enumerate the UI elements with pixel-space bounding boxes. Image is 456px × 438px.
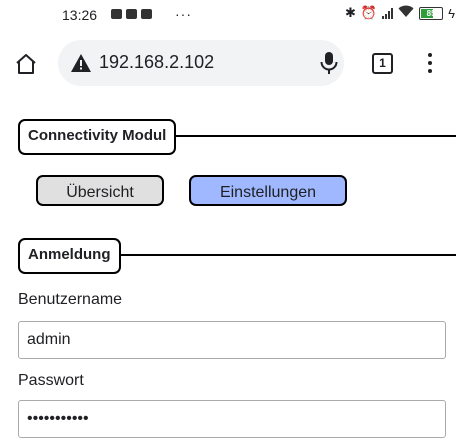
- warning-icon[interactable]: [70, 52, 92, 74]
- home-button[interactable]: [14, 52, 38, 76]
- bluetooth-icon: ✱: [345, 5, 356, 20]
- password-field[interactable]: •••••••••••: [18, 400, 446, 438]
- password-label: Passwort: [18, 372, 84, 389]
- charging-icon: ϟ: [448, 5, 455, 21]
- battery-level: 85: [426, 8, 436, 18]
- home-icon: [16, 54, 36, 74]
- username-field[interactable]: admin: [18, 321, 446, 359]
- browser-toolbar: 192.168.2.102 1: [0, 38, 456, 92]
- notification-icons: [111, 9, 152, 19]
- section-title-connectivity: Connectivity Modul: [18, 119, 177, 155]
- overflow-menu-button[interactable]: [420, 51, 440, 77]
- overview-button[interactable]: Übersicht: [36, 175, 164, 206]
- notification-icon: [126, 9, 137, 19]
- tab-switcher-button[interactable]: 1: [372, 53, 393, 74]
- status-time: 13:26: [62, 7, 98, 23]
- more-notifications-indicator: ···: [175, 6, 192, 22]
- alarm-icon: ⏰: [360, 5, 378, 20]
- voice-search-button[interactable]: [316, 50, 342, 76]
- url-text[interactable]: 192.168.2.102: [99, 52, 214, 73]
- section-title-login: Anmeldung: [18, 238, 121, 274]
- more-vert-icon: [420, 53, 440, 73]
- signal-icon: [382, 7, 394, 19]
- system-indicators: ✱ ⏰ 85 ϟ: [345, 5, 455, 21]
- username-label: Benutzername: [18, 291, 123, 308]
- settings-button[interactable]: Einstellungen: [189, 175, 347, 206]
- wifi-icon: [398, 5, 414, 21]
- address-bar[interactable]: 192.168.2.102: [58, 40, 344, 86]
- battery-icon: 85: [419, 6, 444, 20]
- page-content: Connectivity Modul Übersicht Einstellung…: [0, 95, 456, 438]
- notification-icon: [111, 9, 122, 19]
- microphone-icon: [320, 52, 338, 74]
- status-bar: 13:26 ··· ✱ ⏰ 85 ϟ: [0, 0, 456, 30]
- notification-icon: [141, 9, 152, 19]
